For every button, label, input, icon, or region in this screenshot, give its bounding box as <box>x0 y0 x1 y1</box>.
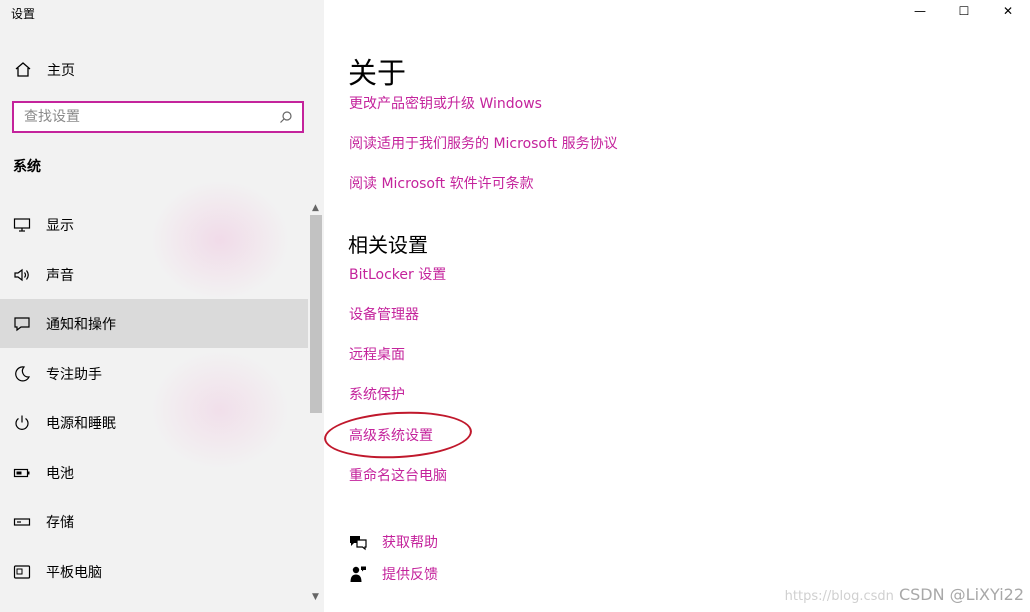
window-title: 设置 <box>11 7 36 21</box>
sidebar-item-label: 电源和睡眠 <box>46 415 116 432</box>
storage-icon <box>12 512 32 532</box>
sidebar-item-focus-assist[interactable]: 专注助手 <box>0 349 308 398</box>
maximize-button[interactable]: ☐ <box>942 0 986 22</box>
close-button[interactable]: ✕ <box>986 0 1030 22</box>
sidebar-item-label: 声音 <box>46 267 74 284</box>
window-controls: — ☐ ✕ <box>898 0 1030 22</box>
sidebar-item-power-sleep[interactable]: 电源和睡眠 <box>0 398 308 447</box>
feedback-icon <box>348 565 368 583</box>
license-terms-link[interactable]: 阅读 Microsoft 软件许可条款 <box>349 173 534 193</box>
minimize-button[interactable]: — <box>898 0 942 22</box>
scroll-down-arrow-icon[interactable]: ▼ <box>312 592 319 602</box>
get-help-row[interactable]: 获取帮助 <box>348 532 438 552</box>
moon-icon <box>12 364 32 384</box>
sidebar-item-label: 显示 <box>46 217 74 234</box>
sidebar-item-label: 平板电脑 <box>46 564 102 581</box>
tablet-icon <box>12 562 32 582</box>
sidebar-item-tablet[interactable]: 平板电脑 <box>0 547 308 596</box>
feedback-link[interactable]: 提供反馈 <box>382 564 438 584</box>
sidebar-item-label: 通知和操作 <box>46 316 116 333</box>
sidebar-item-notifications[interactable]: 通知和操作 <box>0 299 308 348</box>
scroll-up-arrow-icon[interactable]: ▲ <box>312 203 319 213</box>
feedback-row[interactable]: 提供反馈 <box>348 564 438 584</box>
search-box[interactable] <box>12 101 304 133</box>
sidebar-item-battery[interactable]: 电池 <box>0 448 308 497</box>
sidebar: 设置 主页 系统 显示 声音 通知和操作 <box>0 0 324 612</box>
highlight-annotation-oval <box>322 408 474 462</box>
section-heading: 系统 <box>13 159 41 175</box>
page-title: 关于 <box>348 56 407 90</box>
notification-icon <box>12 314 32 334</box>
services-agreement-link[interactable]: 阅读适用于我们服务的 Microsoft 服务协议 <box>349 133 618 153</box>
get-help-link[interactable]: 获取帮助 <box>382 532 438 552</box>
home-nav-item[interactable]: 主页 <box>14 59 75 81</box>
remote-desktop-link[interactable]: 远程桌面 <box>349 344 405 364</box>
sidebar-item-label: 专注助手 <box>46 366 102 383</box>
upgrade-windows-link[interactable]: 更改产品密钥或升级 Windows <box>349 93 542 113</box>
bitlocker-link[interactable]: BitLocker 设置 <box>349 264 446 284</box>
search-icon[interactable] <box>276 110 296 124</box>
watermark-text: CSDN @LiXYi22 <box>898 585 1024 604</box>
sidebar-item-label: 存储 <box>46 514 74 531</box>
scrollbar-thumb[interactable] <box>310 215 322 413</box>
device-manager-link[interactable]: 设备管理器 <box>349 304 419 324</box>
sidebar-item-sound[interactable]: 声音 <box>0 250 308 299</box>
monitor-icon <box>12 215 32 235</box>
search-input[interactable] <box>14 108 276 126</box>
rename-pc-link[interactable]: 重命名这台电脑 <box>349 465 447 485</box>
related-settings-heading: 相关设置 <box>348 233 428 257</box>
home-label: 主页 <box>47 63 75 79</box>
speaker-icon <box>12 265 32 285</box>
sidebar-item-storage[interactable]: 存储 <box>0 497 308 546</box>
battery-icon <box>12 463 32 483</box>
sidebar-item-display[interactable]: 显示 <box>0 200 308 249</box>
help-chat-icon <box>348 533 368 551</box>
main-content: — ☐ ✕ 关于 更改产品密钥或升级 Windows 阅读适用于我们服务的 Mi… <box>322 0 1030 612</box>
sidebar-item-label: 电池 <box>46 465 74 482</box>
system-protection-link[interactable]: 系统保护 <box>349 384 405 404</box>
watermark-url: https://blog.csdn <box>784 589 894 604</box>
sidebar-scrollbar[interactable]: ▲ ▼ <box>308 200 324 610</box>
watermark: https://blog.csdn CSDN @LiXYi22 <box>785 585 1024 604</box>
home-icon <box>15 62 31 77</box>
power-icon <box>12 413 32 433</box>
